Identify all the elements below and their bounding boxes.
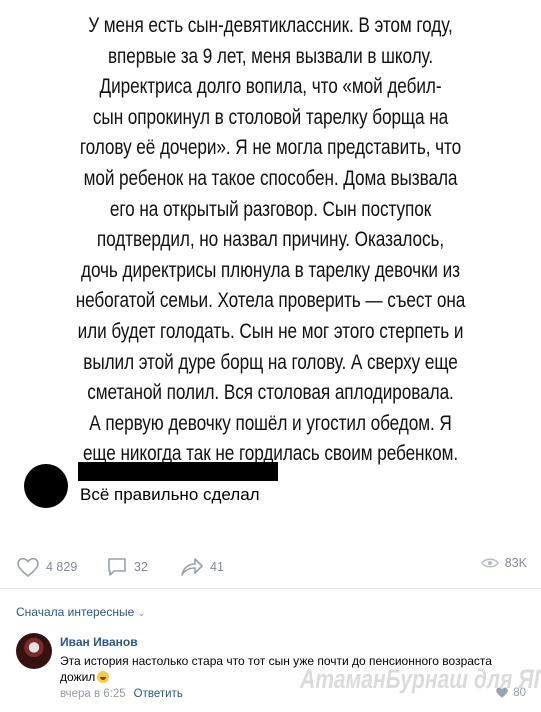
watermark: АтаманБурнаш для ЯП — [300, 664, 541, 694]
story-line: мой ребенок на такое способен. Дома вызв… — [83, 165, 458, 190]
story-line: У меня есть сын-девятиклассник. В этом г… — [88, 13, 453, 37]
story-line: вылил этой дуре борщ на голову. А сверху… — [83, 349, 458, 374]
smile-emoji-icon — [97, 671, 110, 683]
eye-icon — [480, 558, 499, 568]
comment-meta: вчера в 6:25 Ответить — [60, 688, 183, 700]
comment-author-link[interactable]: Иван Иванов — [60, 635, 138, 649]
story-line: голову её дочери». Я не могла представит… — [79, 135, 462, 160]
redacted-name-bar — [78, 462, 278, 481]
quoted-comment-card: Всё правильно сделал — [24, 458, 284, 508]
chevron-down-icon: ⌄ — [137, 608, 146, 619]
views-count: 83K — [504, 556, 527, 570]
divider — [0, 588, 541, 589]
like-button[interactable]: 4 829 — [16, 556, 77, 578]
story-line: или будет голодать. Сын не мог этого сте… — [77, 318, 464, 343]
quoted-avatar — [24, 464, 68, 508]
views-counter: 83K — [480, 556, 527, 570]
story-line: впервые за 9 лет, меня вызвали в школу. — [107, 43, 434, 68]
post-actions-bar: 4 829 32 41 83K — [0, 548, 541, 584]
story-line: его на открытый разговор. Сын поступок — [109, 196, 432, 221]
comment-button[interactable]: 32 — [106, 556, 148, 578]
commenter-avatar[interactable] — [16, 633, 52, 669]
comment-count: 32 — [134, 560, 148, 574]
share-button[interactable]: 41 — [180, 556, 224, 578]
post-image: У меня есть сын-девятиклассник. В этом г… — [0, 0, 541, 535]
share-count: 41 — [210, 560, 224, 574]
story-line: Директриса долго вопила, что «мой дебил- — [99, 74, 442, 99]
story-line: сын опрокинул в столовой тарелку борща н… — [92, 104, 449, 129]
story-line: сметаной полил. Вся столовая аплодировал… — [87, 380, 454, 405]
heart-icon — [17, 557, 39, 578]
reply-button[interactable]: Ответить — [134, 688, 183, 700]
story-line: подтвердил, но назвал причину. Оказалось… — [96, 227, 445, 252]
comment-time[interactable]: вчера в 6:25 — [60, 688, 126, 700]
quoted-comment-text: Всё правильно сделал — [80, 485, 260, 504]
story-line: А первую девочку пошёл и угостил обедом.… — [89, 410, 452, 435]
like-count: 4 829 — [46, 560, 78, 574]
comment-bubble-icon — [108, 558, 126, 576]
sort-label: Сначала интересные — [16, 605, 135, 619]
story-line: небогатой семьи. Хотела проверить — съес… — [75, 288, 466, 313]
comment-sort-dropdown[interactable]: Сначала интересные ⌄ — [16, 605, 146, 619]
story-line: дочь директрисы плюнула в тарелку девочк… — [80, 257, 461, 282]
share-arrow-icon — [181, 558, 203, 576]
story-text: У меня есть сын-девятиклассник. В этом г… — [65, 10, 475, 469]
